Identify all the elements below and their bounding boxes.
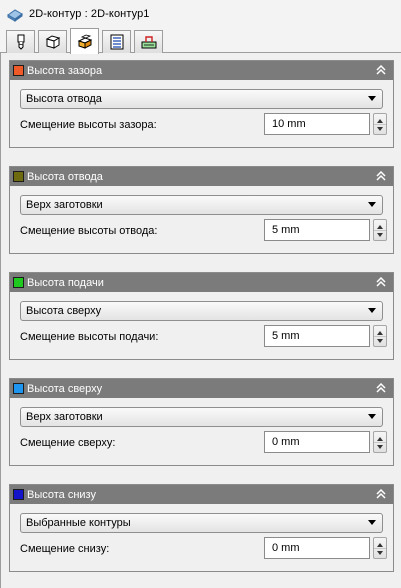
offset-input[interactable] (264, 325, 370, 347)
height-reference-select[interactable]: Верх заготовки (20, 407, 383, 427)
tab-stock[interactable] (38, 30, 67, 53)
dropdown-arrow-icon (368, 96, 376, 101)
height-color-swatch (13, 489, 24, 500)
panel-title: Высота зазора (27, 64, 103, 77)
spinner-arrows-icon[interactable] (373, 113, 387, 135)
offset-label: Смещение снизу: (20, 543, 110, 555)
height-color-swatch (13, 65, 24, 76)
tab-heights[interactable] (70, 28, 99, 54)
chevron-double-up-icon[interactable] (375, 276, 387, 288)
stock-box-icon (45, 35, 60, 49)
dropdown-arrow-icon (368, 202, 376, 207)
panel-clearance-height: Высота зазора Высота отвода Смещение выс… (9, 60, 394, 148)
height-color-swatch (13, 383, 24, 394)
chevron-double-up-icon[interactable] (375, 64, 387, 76)
panel-title: Высота подачи (27, 276, 104, 289)
chevron-double-up-icon[interactable] (375, 170, 387, 182)
height-reference-select[interactable]: Выбранные контуры (20, 513, 383, 533)
panel-title: Высота снизу (27, 488, 96, 501)
chevron-double-up-icon[interactable] (375, 488, 387, 500)
select-value: Верх заготовки (26, 411, 103, 423)
height-color-swatch (13, 171, 24, 182)
select-value: Высота отвода (26, 93, 102, 105)
offset-spinner (264, 325, 387, 347)
select-value: Выбранные контуры (26, 517, 131, 529)
height-reference-select[interactable]: Верх заготовки (20, 195, 383, 215)
offset-spinner (264, 219, 387, 241)
passes-icon (110, 34, 123, 50)
panel-header[interactable]: Высота отвода (10, 167, 393, 186)
contour-cube-icon (7, 9, 23, 22)
dropdown-arrow-icon (368, 520, 376, 525)
panel-header[interactable]: Высота зазора (10, 61, 393, 80)
offset-input[interactable] (264, 113, 370, 135)
heights-icon (77, 34, 92, 49)
panel-header[interactable]: Высота сверху (10, 379, 393, 398)
offset-label: Смещение высоты зазора: (20, 119, 157, 131)
offset-label: Смещение сверху: (20, 437, 116, 449)
panel-title: Высота сверху (27, 382, 103, 395)
tab-linking[interactable] (134, 30, 163, 53)
spinner-arrows-icon[interactable] (373, 431, 387, 453)
tool-icon (17, 34, 24, 50)
dropdown-arrow-icon (368, 308, 376, 313)
panel-retract-height: Высота отвода Верх заготовки Смещение вы… (9, 166, 394, 254)
height-reference-select[interactable]: Высота сверху (20, 301, 383, 321)
offset-spinner (264, 431, 387, 453)
chevron-double-up-icon[interactable] (375, 382, 387, 394)
offset-label: Смещение высоты подачи: (20, 331, 159, 343)
panel-feed-height: Высота подачи Высота сверху Смещение выс… (9, 272, 394, 360)
offset-label: Смещение высоты отвода: (20, 225, 158, 237)
linking-icon (141, 36, 156, 49)
dropdown-arrow-icon (368, 414, 376, 419)
panel-header[interactable]: Высота снизу (10, 485, 393, 504)
window-titlebar: 2D-контур : 2D-контур1 (0, 0, 401, 28)
panel-title: Высота отвода (27, 170, 103, 183)
offset-input[interactable] (264, 431, 370, 453)
offset-input[interactable] (264, 537, 370, 559)
offset-spinner (264, 537, 387, 559)
panel-top-height: Высота сверху Верх заготовки Смещение св… (9, 378, 394, 466)
spinner-arrows-icon[interactable] (373, 219, 387, 241)
tab-strip (0, 28, 401, 54)
offset-input[interactable] (264, 219, 370, 241)
tab-tool[interactable] (6, 30, 35, 53)
select-value: Высота сверху (26, 305, 102, 317)
offset-spinner (264, 113, 387, 135)
window-title: 2D-контур : 2D-контур1 (29, 8, 150, 20)
height-reference-select[interactable]: Высота отвода (20, 89, 383, 109)
panel-header[interactable]: Высота подачи (10, 273, 393, 292)
spinner-arrows-icon[interactable] (373, 325, 387, 347)
height-color-swatch (13, 277, 24, 288)
heights-content: Высота зазора Высота отвода Смещение выс… (0, 53, 401, 588)
select-value: Верх заготовки (26, 199, 103, 211)
tab-passes[interactable] (102, 30, 131, 53)
spinner-arrows-icon[interactable] (373, 537, 387, 559)
panel-bottom-height: Высота снизу Выбранные контуры Смещение … (9, 484, 394, 572)
